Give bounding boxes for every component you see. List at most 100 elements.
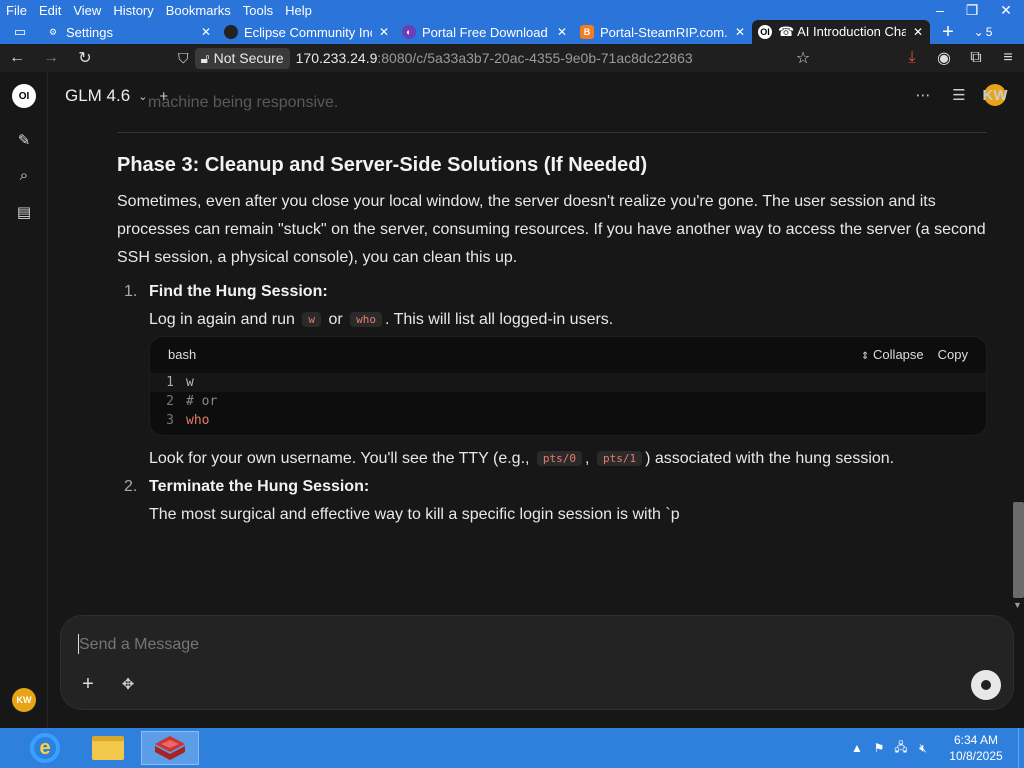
tab-settings[interactable]: ⚙ Settings ✕ <box>40 20 218 44</box>
search-button[interactable]: ⌕ <box>12 163 36 187</box>
tab-close-icon[interactable]: ✕ <box>734 25 746 39</box>
add-model-icon[interactable]: + <box>159 88 168 105</box>
collapse-label: Collapse <box>873 347 924 362</box>
tab-title: Portal Free Download ( <box>422 24 550 40</box>
forward-button[interactable]: → <box>34 44 68 72</box>
tab-portal[interactable]: ◐ Portal Free Download ( ✕ <box>396 20 574 44</box>
minimize-icon[interactable]: – <box>924 0 956 20</box>
line-number: 1 <box>166 375 174 390</box>
extensions-button[interactable]: ⧉ <box>960 44 992 72</box>
tab-title: Settings <box>66 24 113 40</box>
arrow-left-icon: ← <box>9 49 25 66</box>
section-divider <box>117 132 987 133</box>
code-line[interactable]: 2 # or <box>150 392 986 411</box>
app-menu-button[interactable]: ≡ <box>992 44 1024 72</box>
step-heading: Terminate the Hung Session: <box>149 478 370 495</box>
stop-icon <box>981 680 991 690</box>
chat-header: GLM 4.6 ⌄ + ⋯ ☰ KW <box>48 72 1024 120</box>
system-tray: ▲ ⚑ 🖧︎ 🔇︎ 6:34 AM 10/8/2025 <box>846 728 1024 768</box>
model-selector[interactable]: GLM 4.6 <box>65 86 130 106</box>
show-desktop-button[interactable] <box>1018 728 1024 768</box>
new-tab-button[interactable]: + <box>930 20 966 44</box>
text-caret <box>78 634 79 654</box>
tools-icon[interactable]: ✥ <box>118 674 138 694</box>
url-text[interactable]: 170.233.24.9:8080/c/5a33a3b7-20ac-4355-9… <box>296 50 693 66</box>
tab-close-icon[interactable]: ✕ <box>378 25 390 39</box>
menu-help[interactable]: Help <box>279 3 318 18</box>
tab-close-icon[interactable]: ✕ <box>556 25 568 39</box>
scroll-down-icon[interactable]: ▼ <box>1013 600 1022 610</box>
menu-view[interactable]: View <box>67 3 107 18</box>
clock[interactable]: 6:34 AM 10/8/2025 <box>934 732 1018 764</box>
more-options-icon[interactable]: ⋯ <box>912 84 934 106</box>
taskbar-browser[interactable] <box>141 731 199 765</box>
search-icon: ⌕ <box>19 166 29 184</box>
close-window-icon[interactable]: ✕ <box>988 0 1024 20</box>
arrow-right-icon: → <box>43 49 59 66</box>
tab-close-icon[interactable]: ✕ <box>200 25 212 39</box>
menu-edit[interactable]: Edit <box>33 3 67 18</box>
portal-icon: ◐ <box>402 25 416 39</box>
scroll-thumb[interactable] <box>1013 502 1024 598</box>
star-icon: ☆ <box>795 50 811 67</box>
url-host: 170.233.24.9 <box>295 50 378 66</box>
back-button[interactable]: ← <box>0 44 34 72</box>
menu-bookmarks[interactable]: Bookmarks <box>160 3 237 18</box>
chevron-updown-icon: ⇕ <box>861 351 870 362</box>
inline-code: w <box>302 312 321 327</box>
copy-button[interactable]: Copy <box>938 347 968 362</box>
stop-generation-button[interactable] <box>971 670 1001 700</box>
message-input[interactable] <box>79 636 879 654</box>
code-language: bash <box>168 347 197 362</box>
line-number: 2 <box>166 394 174 409</box>
url-bar[interactable]: ⛉ 🔓︎ Not Secure 170.233.24.9:8080/c/5a33… <box>178 46 818 70</box>
plus-icon[interactable]: + <box>78 673 98 695</box>
not-secure-badge[interactable]: 🔓︎ Not Secure <box>194 47 290 69</box>
step-text: The most surgical and effective way to k… <box>149 506 680 523</box>
tab-eclipse[interactable]: Eclipse Community Inc ✕ <box>218 20 396 44</box>
code-line[interactable]: 3 who <box>150 411 986 430</box>
user-avatar-header[interactable]: KW <box>983 84 1008 106</box>
downloads-button[interactable]: ⤓ <box>896 44 928 72</box>
shield-icon[interactable]: ⛉ <box>178 50 189 67</box>
controls-icon[interactable]: ☰ <box>948 84 970 106</box>
menu-file[interactable]: File <box>0 3 33 18</box>
text-segment: or <box>328 311 343 328</box>
step-text: Log in again and run w or who. This will… <box>149 311 613 329</box>
notes-icon: ▤ <box>16 204 32 221</box>
chevron-down-icon[interactable]: ⌄ <box>138 90 147 103</box>
volume-muted-icon[interactable]: 🔇︎ <box>912 737 934 759</box>
text-segment: Log in again and run <box>149 311 295 328</box>
notes-button[interactable]: ▤ <box>12 200 36 224</box>
new-chat-button[interactable]: ✎ <box>12 128 36 152</box>
tab-list-button[interactable]: ⌄ 5 <box>966 20 1000 44</box>
puzzle-icon: ⧉ <box>970 49 982 66</box>
window-controls: – ❐ ✕ <box>924 0 1024 20</box>
openwebui-logo-icon[interactable]: OI <box>12 84 36 108</box>
firefox-view-icon[interactable]: ▭ <box>0 20 40 44</box>
network-icon[interactable]: 🖧︎ <box>890 737 912 759</box>
bookmark-star-button[interactable]: ☆ <box>786 44 820 72</box>
collapse-button[interactable]: ⇕ Collapse <box>861 347 924 362</box>
openwebui-icon: OI <box>758 25 772 39</box>
taskbar-internet-explorer[interactable]: e <box>16 731 74 765</box>
tab-steamrip[interactable]: B Portal-SteamRIP.com.r ✕ <box>574 20 752 44</box>
hamburger-icon: ≡ <box>1003 49 1013 66</box>
taskbar-file-explorer[interactable] <box>79 731 137 765</box>
code-line[interactable]: 1 w <box>150 373 986 392</box>
reload-button[interactable]: ↻ <box>68 44 102 72</box>
menu-history[interactable]: History <box>107 3 159 18</box>
folder-icon <box>92 736 124 760</box>
user-avatar[interactable]: KW <box>12 688 36 712</box>
show-hidden-icons[interactable]: ▲ <box>846 737 868 759</box>
tab-ai-introduction[interactable]: OI ☎ AI Introduction Cha ✕ <box>752 20 930 44</box>
account-button[interactable]: ◉ <box>928 44 960 72</box>
chevron-down-icon: ⌄ <box>973 25 984 39</box>
restore-icon[interactable]: ❐ <box>956 0 988 20</box>
download-icon: ⤓ <box>908 49 916 66</box>
flag-icon[interactable]: ⚑ <box>868 737 890 759</box>
tab-title: Portal-SteamRIP.com.r <box>600 24 728 40</box>
menu-tools[interactable]: Tools <box>237 3 279 18</box>
tab-close-icon[interactable]: ✕ <box>912 25 924 39</box>
chat-scrollbar[interactable]: ▼ <box>1010 502 1024 612</box>
